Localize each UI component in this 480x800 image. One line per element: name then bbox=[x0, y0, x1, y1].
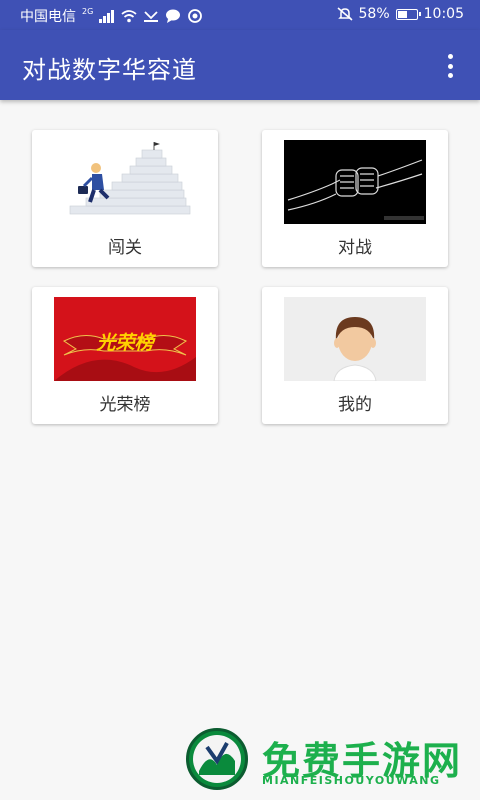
menu-card-battle[interactable]: 对战 bbox=[262, 130, 448, 267]
menu-card-challenge[interactable]: 闯关 bbox=[32, 130, 218, 267]
carrier-label: 中国电信 bbox=[20, 9, 76, 25]
app-title: 对战数字华容道 bbox=[22, 56, 197, 84]
more-options-icon[interactable] bbox=[440, 54, 460, 78]
watermark-logo bbox=[186, 728, 248, 790]
menu-card-profile[interactable]: 我的 bbox=[262, 287, 448, 424]
menu-label-honor-roll: 光荣榜 bbox=[99, 395, 151, 415]
honor-banner-text: 光荣榜 bbox=[96, 332, 154, 354]
missed-call-icon bbox=[143, 9, 159, 23]
app-bar: 对战数字华容道 bbox=[0, 30, 480, 100]
menu-label-profile: 我的 bbox=[338, 395, 372, 415]
menu-label-battle: 对战 bbox=[338, 238, 372, 258]
mute-icon bbox=[337, 7, 353, 21]
battery-icon bbox=[395, 8, 421, 20]
honor-banner-image: 光荣榜 bbox=[54, 297, 196, 381]
signal-icon bbox=[99, 9, 115, 23]
message-icon bbox=[165, 9, 181, 23]
climbing-stairs-image bbox=[54, 140, 196, 224]
menu-label-challenge: 闯关 bbox=[108, 238, 142, 258]
status-bar: 中国电信 2G 58% 10:05 bbox=[0, 0, 480, 30]
app-notification-icon bbox=[187, 9, 203, 23]
wifi-icon bbox=[121, 9, 137, 23]
fist-bump-image bbox=[284, 140, 426, 224]
battery-percent: 58% bbox=[358, 6, 390, 22]
avatar-image bbox=[284, 297, 426, 381]
network-type: 2G bbox=[82, 6, 94, 16]
watermark-subtitle: MIANFEISHOUYOUWANG bbox=[262, 774, 441, 787]
site-watermark: 免费手游网 MIANFEISHOUYOUWANG bbox=[180, 728, 470, 796]
clock: 10:05 bbox=[423, 6, 464, 22]
menu-card-honor-roll[interactable]: 光荣榜 光荣榜 bbox=[32, 287, 218, 424]
